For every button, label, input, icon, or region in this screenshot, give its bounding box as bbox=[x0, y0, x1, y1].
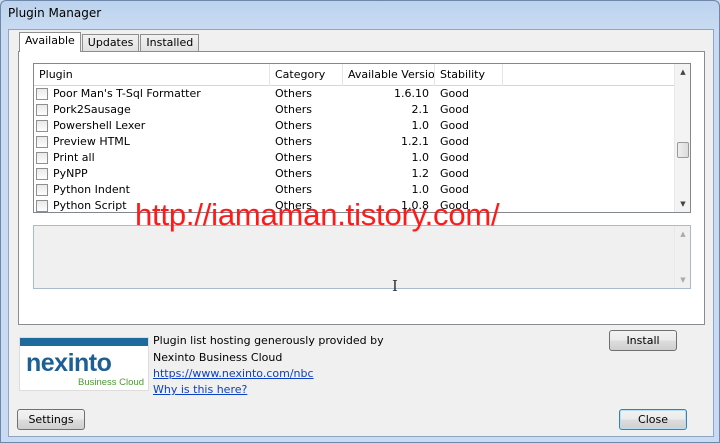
scroll-up-arrow-icon[interactable]: ▲ bbox=[675, 64, 690, 80]
plugin-stability: Good bbox=[440, 87, 469, 100]
plugin-name: PyNPP bbox=[53, 167, 88, 180]
watermark-url: http://iamaman.tistory.com/ bbox=[135, 197, 500, 232]
plugin-version: 1.0 bbox=[411, 119, 430, 132]
plugin-stability: Good bbox=[440, 151, 469, 164]
plugin-checkbox[interactable] bbox=[36, 200, 48, 212]
plugin-list-scrollbar[interactable]: ▲ ▼ bbox=[674, 64, 690, 212]
table-row[interactable]: Python Indent Others 1.0 Good bbox=[34, 182, 676, 198]
nexinto-logo[interactable]: nexinto Business Cloud bbox=[19, 337, 149, 391]
hosting-line-2: Nexinto Business Cloud bbox=[153, 351, 283, 364]
table-row[interactable]: Poor Man's T-Sql Formatter Others 1.6.10… bbox=[34, 86, 676, 102]
plugin-checkbox[interactable] bbox=[36, 120, 48, 132]
scroll-down-arrow-icon[interactable]: ▼ bbox=[675, 196, 690, 212]
plugin-category: Others bbox=[275, 87, 312, 100]
plugin-rows: Poor Man's T-Sql Formatter Others 1.6.10… bbox=[34, 86, 676, 212]
tab-available[interactable]: Available bbox=[19, 32, 81, 52]
plugin-cell: Print all bbox=[34, 150, 270, 166]
plugin-version: 1.0 bbox=[411, 183, 430, 196]
tab-panel-available: Plugin Category Available Version Stabil… bbox=[18, 51, 705, 351]
plugin-name: Python Script bbox=[53, 199, 127, 212]
plugin-name: Poor Man's T-Sql Formatter bbox=[53, 87, 201, 100]
plugin-list-header: Plugin Category Available Version Stabil… bbox=[34, 64, 676, 86]
plugin-category: Others bbox=[275, 183, 312, 196]
plugin-list[interactable]: Plugin Category Available Version Stabil… bbox=[33, 63, 691, 213]
plugin-cell: Pork2Sausage bbox=[34, 102, 270, 118]
plugin-version: 2.1 bbox=[411, 103, 430, 116]
plugin-stability: Good bbox=[440, 103, 469, 116]
install-button[interactable]: Install bbox=[609, 330, 677, 351]
scroll-up-arrow-icon[interactable]: ▲ bbox=[675, 226, 691, 242]
plugin-name: Powershell Lexer bbox=[53, 119, 146, 132]
plugin-cell: Powershell Lexer bbox=[34, 118, 270, 134]
plugin-checkbox[interactable] bbox=[36, 152, 48, 164]
plugin-version: 1.2 bbox=[411, 167, 430, 180]
close-button[interactable]: Close bbox=[619, 409, 687, 430]
plugin-cell: Poor Man's T-Sql Formatter bbox=[34, 86, 270, 102]
plugin-checkbox[interactable] bbox=[36, 136, 48, 148]
column-header-version[interactable]: Available Version bbox=[343, 64, 435, 86]
scroll-down-arrow-icon[interactable]: ▼ bbox=[675, 272, 691, 288]
plugin-checkbox[interactable] bbox=[36, 168, 48, 180]
plugin-name: Print all bbox=[53, 151, 95, 164]
plugin-name: Python Indent bbox=[53, 183, 130, 196]
plugin-name: Pork2Sausage bbox=[53, 103, 131, 116]
tab-updates[interactable]: Updates bbox=[81, 34, 140, 52]
table-row[interactable]: Powershell Lexer Others 1.0 Good bbox=[34, 118, 676, 134]
plugin-version: 1.0 bbox=[411, 151, 430, 164]
logo-wordmark: nexinto bbox=[26, 349, 112, 377]
plugin-stability: Good bbox=[440, 135, 469, 148]
plugin-checkbox[interactable] bbox=[36, 88, 48, 100]
column-header-plugin[interactable]: Plugin bbox=[34, 64, 270, 86]
plugin-stability: Good bbox=[440, 167, 469, 180]
plugin-name: Preview HTML bbox=[53, 135, 130, 148]
plugin-description-box[interactable]: ▲ ▼ bbox=[33, 225, 691, 289]
table-row[interactable]: Print all Others 1.0 Good bbox=[34, 150, 676, 166]
logo-tagline: Business Cloud bbox=[78, 377, 145, 388]
nexinto-url-link[interactable]: https://www.nexinto.com/nbc bbox=[153, 367, 314, 380]
window-client-area: Available Updates Installed Plugin Categ… bbox=[8, 29, 714, 437]
plugin-cell: Python Indent bbox=[34, 182, 270, 198]
plugin-category: Others bbox=[275, 103, 312, 116]
window-title: Plugin Manager bbox=[8, 6, 102, 20]
hosting-line-1: Plugin list hosting generously provided … bbox=[153, 334, 384, 347]
column-header-filler bbox=[503, 64, 676, 86]
plugin-category: Others bbox=[275, 119, 312, 132]
scrollbar-thumb[interactable] bbox=[677, 142, 689, 158]
plugin-stability: Good bbox=[440, 119, 469, 132]
table-row[interactable]: PyNPP Others 1.2 Good bbox=[34, 166, 676, 182]
description-scrollbar[interactable]: ▲ ▼ bbox=[674, 226, 690, 288]
plugin-category: Others bbox=[275, 135, 312, 148]
logo-bar bbox=[20, 338, 148, 346]
tab-installed[interactable]: Installed bbox=[140, 34, 200, 52]
plugin-category: Others bbox=[275, 167, 312, 180]
column-header-stability[interactable]: Stability bbox=[435, 64, 503, 86]
plugin-stability: Good bbox=[440, 183, 469, 196]
table-row[interactable]: Preview HTML Others 1.2.1 Good bbox=[34, 134, 676, 150]
column-header-category[interactable]: Category bbox=[270, 64, 343, 86]
plugin-category: Others bbox=[275, 151, 312, 164]
plugin-manager-window: Plugin Manager Available Updates Install… bbox=[0, 0, 720, 443]
plugin-checkbox[interactable] bbox=[36, 104, 48, 116]
table-row[interactable]: Pork2Sausage Others 2.1 Good bbox=[34, 102, 676, 118]
plugin-version: 1.6.10 bbox=[394, 87, 429, 100]
settings-button[interactable]: Settings bbox=[17, 409, 85, 430]
text-cursor-icon: I bbox=[392, 277, 398, 295]
plugin-version: 1.2.1 bbox=[401, 135, 429, 148]
plugin-checkbox[interactable] bbox=[36, 184, 48, 196]
plugin-cell: Preview HTML bbox=[34, 134, 270, 150]
tab-strip: Available Updates Installed bbox=[19, 32, 200, 52]
why-is-this-here-link[interactable]: Why is this here? bbox=[153, 383, 247, 396]
plugin-cell: PyNPP bbox=[34, 166, 270, 182]
